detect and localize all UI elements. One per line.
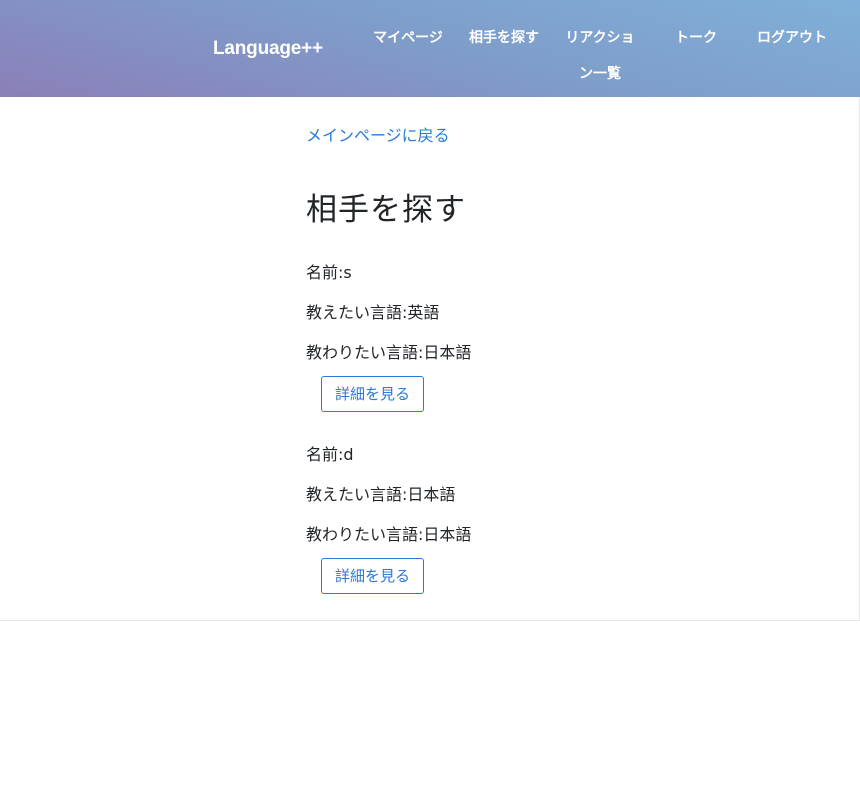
user-2-name: 名前:d (306, 445, 354, 464)
page-title: 相手を探す (306, 192, 466, 228)
nav-reaction-list[interactable]: リアクショ ン一覧 (552, 20, 648, 92)
site-header: Language++ マイページ 相手を探す リアクショ ン一覧 トーク ログア… (0, 0, 860, 97)
user-1-name: 名前:s (306, 263, 352, 282)
nav-mypage[interactable]: マイページ (360, 20, 456, 56)
user-2-detail-button[interactable]: 詳細を見る (321, 558, 424, 594)
nav-talk[interactable]: トーク (648, 20, 744, 56)
user-2-learn-language: 教わりたい言語:日本語 (306, 525, 472, 544)
nav-reaction-list-line2: ン一覧 (579, 66, 621, 82)
user-1-teach-language: 教えたい言語:英語 (306, 303, 440, 322)
nav-logout[interactable]: ログアウト (744, 20, 840, 56)
nav-reaction-list-line1: リアクショ (565, 30, 635, 46)
user-1-learn-language: 教わりたい言語:日本語 (306, 343, 472, 362)
brand-logo[interactable]: Language++ (213, 38, 323, 60)
back-to-main-link[interactable]: メインページに戻る (306, 122, 450, 146)
user-1-detail-button[interactable]: 詳細を見る (321, 376, 424, 412)
nav-find-partner[interactable]: 相手を探す (456, 20, 552, 56)
user-2-teach-language: 教えたい言語:日本語 (306, 485, 456, 504)
